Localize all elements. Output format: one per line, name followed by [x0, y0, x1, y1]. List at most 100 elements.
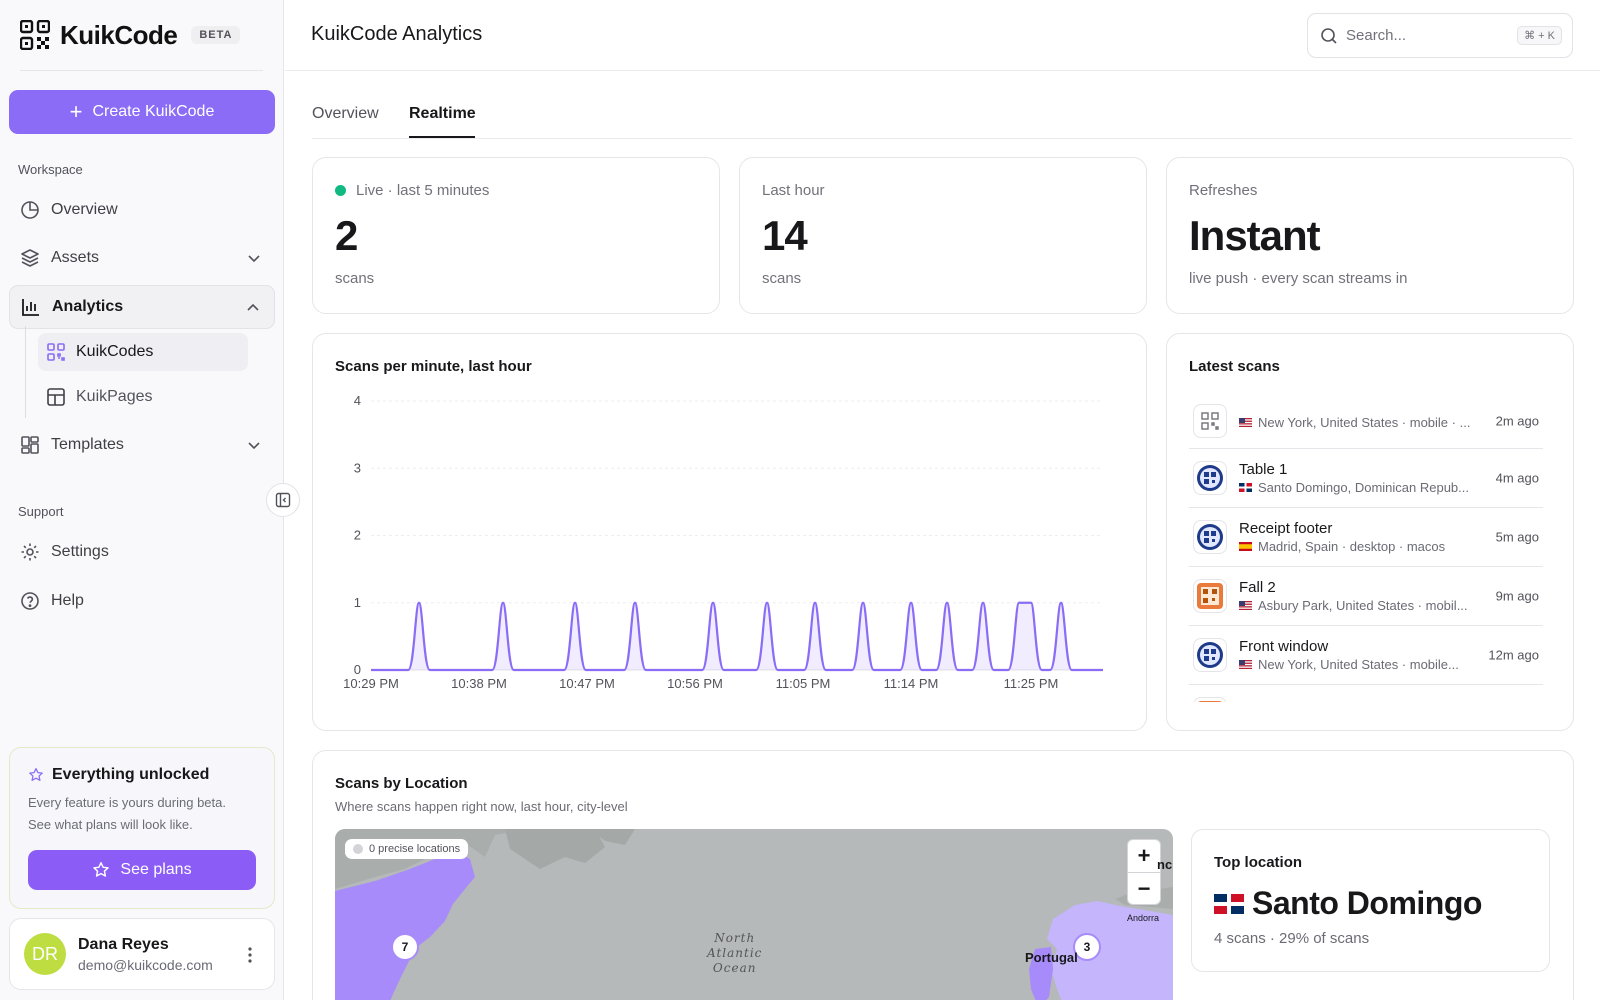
unlock-text-line: Every feature is yours during beta.: [28, 795, 226, 810]
scan-row[interactable]: Fall 2 Asbury Park, United States · mobil…: [1189, 567, 1543, 626]
sidebar-subitem-kuikcodes[interactable]: KuikCodes: [38, 333, 248, 371]
scan-row[interactable]: Table 1 Santo Domingo, Dominican Repub...…: [1189, 449, 1543, 508]
layout-grid-icon: [19, 434, 41, 456]
user-card[interactable]: DR Dana Reyes demo@kuikcode.com: [9, 918, 275, 990]
star-icon: [93, 862, 110, 877]
brand-name: KuikCode: [60, 19, 178, 50]
bar-chart-icon: [20, 296, 42, 318]
zoom-in-button[interactable]: +: [1128, 840, 1160, 872]
see-plans-button[interactable]: See plans: [28, 850, 256, 890]
x-tick-label: 10:47 PM: [559, 676, 615, 691]
chevron-down-icon: [248, 255, 260, 263]
x-tick-label: 10:29 PM: [343, 676, 399, 691]
dominican-flag-icon: [1214, 893, 1244, 914]
sidebar-item-help[interactable]: Help: [9, 579, 275, 623]
sidebar-item-templates[interactable]: Templates: [9, 423, 275, 467]
search-shortcut: ⌘ + K: [1517, 26, 1562, 45]
more-vertical-icon[interactable]: [240, 945, 260, 965]
tab-realtime[interactable]: Realtime: [409, 105, 476, 123]
sidebar-item-overview[interactable]: Overview: [9, 188, 275, 232]
scan-meta: New York, United States · mobile...: [1239, 657, 1489, 672]
us-flag-icon: [1239, 601, 1252, 610]
ocean-label-line: Atlantic: [707, 946, 763, 960]
ocean-label-line: Ocean: [712, 961, 757, 975]
qr-thumbnail-icon: [1193, 404, 1227, 438]
scan-time: 9m ago: [1495, 588, 1539, 604]
map-cluster[interactable]: 7: [391, 933, 419, 961]
sidebar-item-label: Help: [51, 592, 84, 609]
tab-overview[interactable]: Overview: [312, 105, 379, 123]
scan-time: 4m ago: [1495, 470, 1539, 486]
zoom-out-button[interactable]: −: [1128, 872, 1160, 904]
qr-thumbnail-icon: [1193, 638, 1227, 672]
search-icon: [1321, 27, 1337, 44]
divider: [20, 70, 263, 71]
y-tick-label: 1: [354, 595, 361, 610]
chevron-up-icon: [247, 303, 259, 311]
sidebar-subitem-label: KuikPages: [76, 388, 153, 405]
scan-meta-text: New York, United States · mobile...: [1258, 657, 1459, 672]
beta-badge: BETA: [191, 26, 241, 44]
scan-meta-text: Santo Domingo, Dominican Repub...: [1258, 480, 1470, 495]
create-kuikcode-button[interactable]: + Create KuikCode: [9, 90, 275, 134]
scan-meta: Asbury Park, United States · mobil...: [1239, 598, 1489, 613]
x-tick-label: 11:25 PM: [1004, 676, 1059, 691]
us-flag-icon: [1239, 660, 1252, 669]
sidebar-subitem-kuikpages[interactable]: KuikPages: [38, 378, 248, 416]
brand[interactable]: KuikCode BETA: [20, 19, 241, 51]
active-tab-indicator: [409, 136, 475, 138]
y-tick-label: 3: [354, 460, 361, 475]
scan-row[interactable]: Front window New York, United States · mo…: [1189, 626, 1543, 685]
top-location-card: Top location Santo Domingo 4 scans · 29%…: [1191, 829, 1550, 972]
map-label-portugal: Portugal: [1025, 950, 1078, 965]
ocean-label-line: North: [714, 931, 756, 945]
qr-thumbnail-icon: [1193, 461, 1227, 495]
scan-meta: Santo Domingo, Dominican Repub...: [1239, 480, 1489, 495]
sidebar-item-assets[interactable]: Assets: [9, 236, 275, 280]
es-flag-icon: [1239, 542, 1252, 551]
location-map[interactable]: 0 precise locations + − 7 3 Portugal And…: [335, 829, 1173, 1000]
sidebar-collapse-icon: [275, 492, 291, 508]
stat-card-live: Live · last 5 minutes 2 scans: [312, 157, 720, 314]
top-location-label: Top location: [1214, 854, 1303, 871]
sidebar-item-analytics[interactable]: Analytics: [9, 285, 275, 329]
page-title: KuikCode Analytics: [311, 23, 483, 45]
qr-logo-icon: [20, 20, 50, 50]
scan-row[interactable]: New York, United States · mobile · ... 2…: [1189, 394, 1543, 449]
map-label-andorra: Andorra: [1127, 913, 1160, 923]
scan-name: Front window: [1239, 638, 1329, 655]
avatar: DR: [24, 933, 66, 975]
qr-thumbnail-icon: [1193, 697, 1227, 702]
scan-row[interactable]: Fall Campaign 15m ago: [1189, 685, 1543, 702]
tab-bar: Overview Realtime: [312, 100, 1572, 139]
collapse-sidebar-button[interactable]: [266, 483, 300, 517]
stat-card-refreshes: Refreshes Instant live push · every scan…: [1166, 157, 1574, 314]
scan-name: Fall 2: [1239, 579, 1276, 596]
map-label-ocean: North Atlantic Ocean: [707, 931, 762, 976]
stat-card-last-hour: Last hour 14 scans: [739, 157, 1147, 314]
map-zoom-controls: + −: [1127, 839, 1161, 905]
star-icon: [29, 767, 43, 781]
top-location-value: Santo Domingo: [1252, 885, 1482, 921]
search-input[interactable]: Search... ⌘ + K: [1307, 13, 1573, 58]
latest-scans-title: Latest scans: [1189, 358, 1280, 375]
scan-row[interactable]: Receipt footer Madrid, Spain · desktop · …: [1189, 508, 1543, 567]
sidebar-item-label: Overview: [51, 201, 118, 218]
sidebar-subitem-label: KuikCodes: [76, 343, 154, 360]
help-circle-icon: [19, 590, 41, 612]
y-tick-label: 0: [354, 662, 361, 677]
unlock-title: Everything unlocked: [52, 766, 210, 783]
stat-label: Last hour: [762, 182, 825, 199]
sidebar-item-settings[interactable]: Settings: [9, 530, 275, 574]
user-name: Dana Reyes: [78, 935, 169, 953]
scan-meta-text: New York, United States · mobile · ...: [1258, 414, 1471, 430]
qr-code-icon: [46, 341, 68, 363]
top-bar: KuikCode Analytics Search... ⌘ + K: [285, 0, 1600, 71]
y-tick-label: 4: [354, 393, 361, 408]
page-layout-icon: [46, 386, 68, 408]
stat-sub: live push · every scan streams in: [1189, 270, 1408, 287]
scan-meta: New York, United States · mobile · ...: [1239, 415, 1489, 430]
map-label-partial: nc: [1157, 857, 1173, 872]
series-area: [371, 602, 1103, 670]
top-location-sub: 4 scans · 29% of scans: [1214, 930, 1370, 947]
